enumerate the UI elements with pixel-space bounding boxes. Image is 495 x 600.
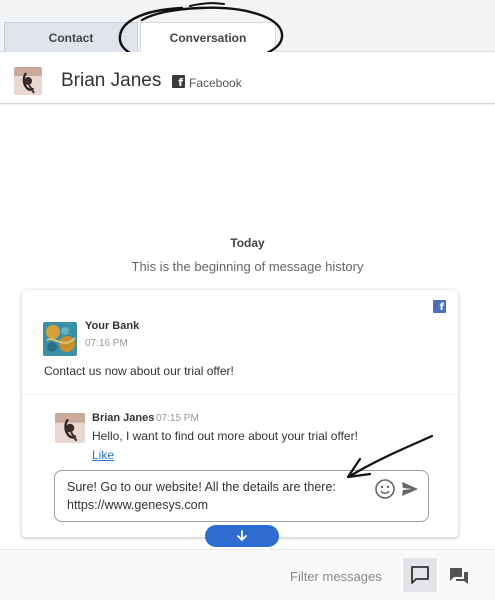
post-section: f Your Bank 07:16 PM Contact us now abou…: [22, 290, 458, 394]
bank-avatar: [43, 322, 77, 356]
contact-name: Brian Janes: [61, 70, 162, 91]
chat-bubble-icon: [411, 566, 429, 584]
comment-author: Brian Janes: [92, 412, 155, 424]
post-author: Your Bank: [85, 320, 140, 332]
message-card: f Your Bank 07:16 PM Contact us now abou…: [22, 290, 458, 537]
avatar[interactable]: [14, 67, 42, 95]
footer-toolbar: Filter messages: [0, 549, 495, 600]
arrow-down-icon: [237, 530, 247, 541]
comment-text: Hello, I want to find out more about you…: [92, 429, 358, 443]
avatar: [55, 413, 85, 443]
messages-view-button[interactable]: [403, 558, 437, 592]
like-link[interactable]: Like: [92, 448, 114, 462]
conversation-view-button[interactable]: [445, 562, 473, 590]
reply-composer: [54, 470, 429, 522]
channel-label: Facebook: [189, 76, 242, 90]
tab-conversation[interactable]: Conversation: [140, 22, 276, 53]
date-separator: Today: [230, 236, 265, 250]
comment-time: 07:15 PM: [156, 413, 199, 424]
scroll-to-bottom-button[interactable]: [205, 525, 279, 547]
conversation-icon: [450, 568, 468, 584]
history-start-notice: This is the beginning of message history: [131, 259, 364, 274]
post-time: 07:16 PM: [85, 338, 128, 349]
tab-bar: Contact Conversation: [0, 0, 495, 53]
contact-header: Brian Janes f Facebook: [0, 52, 495, 104]
send-icon[interactable]: [400, 479, 420, 499]
comment-section: Brian Janes 07:15 PM Hello, I want to fi…: [22, 394, 458, 537]
facebook-icon: f: [433, 300, 446, 313]
emoji-icon[interactable]: [374, 478, 396, 500]
reply-input[interactable]: [67, 478, 357, 518]
filter-messages-button[interactable]: Filter messages: [290, 569, 382, 584]
facebook-icon: f: [172, 75, 185, 89]
post-text: Contact us now about our trial offer!: [44, 364, 234, 378]
tab-contact[interactable]: Contact: [4, 22, 138, 52]
